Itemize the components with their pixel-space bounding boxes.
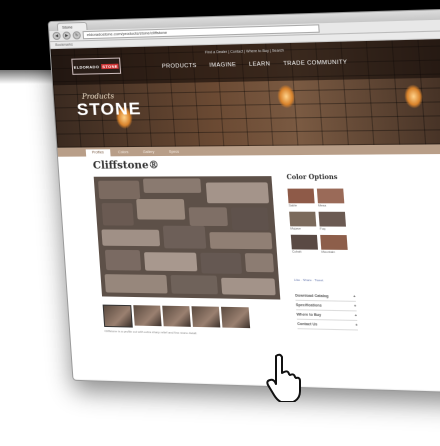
hero-title: STONE [76, 99, 142, 120]
swatch-label: Mesa [318, 203, 345, 208]
swatch-label: Sable [289, 203, 316, 208]
thumbnail-strip [103, 305, 251, 331]
nav-products[interactable]: PRODUCTS [162, 63, 197, 70]
stone-piece [144, 252, 197, 271]
plus-icon: + [354, 311, 357, 320]
back-icon[interactable]: ◀ [52, 32, 61, 40]
hand-cursor-icon [262, 352, 302, 402]
swatch-label: Mojave [290, 226, 317, 231]
swatch-chip [291, 235, 318, 250]
logo-secondary: STONE [101, 63, 119, 68]
color-swatch[interactable]: Mesa [317, 189, 345, 209]
nav-learn[interactable]: LEARN [249, 61, 271, 68]
product-image[interactable] [94, 176, 281, 299]
color-swatch[interactable]: Mojave [289, 212, 317, 232]
stone-piece [245, 253, 274, 272]
product-description: Cliffstone is a profile cut with extra s… [104, 329, 283, 338]
stone-piece [101, 229, 160, 246]
stone-piece [200, 253, 242, 274]
stone-piece [221, 278, 276, 295]
social-buttons[interactable]: Like · Share · Tweet [294, 278, 324, 283]
thumbnail[interactable] [103, 305, 133, 328]
swatch-chip [289, 212, 316, 227]
swatch-label: Mountain [321, 250, 348, 256]
swatch-chip [319, 212, 346, 227]
tab-stone[interactable]: Stone [57, 22, 88, 31]
stone-piece [170, 275, 218, 294]
stone-piece [136, 199, 185, 220]
color-swatch[interactable]: Fog [319, 212, 347, 232]
thumbnail[interactable] [191, 306, 220, 327]
stone-piece [102, 203, 134, 225]
option-label: Specifications [296, 301, 323, 310]
site-logo[interactable]: ELDORADO STONE [71, 58, 121, 75]
color-swatch[interactable]: Cobalt [291, 235, 319, 255]
swatch-label: Cobalt [292, 249, 319, 254]
color-swatch[interactable]: Mountain [320, 235, 348, 255]
stone-piece [143, 178, 201, 192]
option-label: Download Catalog [295, 291, 329, 300]
option-label: Contact Us [297, 320, 318, 329]
stone-piece [209, 232, 272, 249]
browser-window: Stone ◀ ▶ ↻ eldoradostone.com/products/s… [48, 8, 440, 394]
color-swatch-grid: Sable Mesa Mojave Fog Cobalt Mountain [287, 189, 349, 256]
option-label: Where to Buy [296, 310, 321, 319]
swatch-label: Fog [320, 226, 347, 231]
browser-stage: Stone ◀ ▶ ↻ eldoradostone.com/products/s… [18, 0, 440, 446]
thumbnail[interactable] [133, 305, 161, 326]
color-swatch[interactable]: Sable [287, 189, 315, 209]
thumbnail[interactable] [221, 307, 250, 328]
stone-piece [163, 226, 206, 249]
stone-piece [105, 274, 168, 293]
stone-piece [189, 207, 228, 226]
color-options-heading: Color Options [286, 174, 337, 182]
logo-primary: ELDORADO [73, 64, 99, 70]
stone-piece [98, 181, 140, 199]
hero-banner: ELDORADO STONE Find a Dealer | Contact |… [51, 38, 440, 147]
reload-icon[interactable]: ↻ [72, 31, 81, 39]
utility-links[interactable]: Find a Dealer | Contact | Where to Buy |… [205, 48, 284, 54]
plus-icon: + [353, 292, 356, 301]
stone-piece [206, 182, 269, 203]
product-title: Cliffstone® [93, 160, 160, 172]
forward-icon[interactable]: ▶ [62, 31, 71, 39]
nav-trade-community[interactable]: TRADE COMMUNITY [283, 59, 348, 67]
nav-imagine[interactable]: IMAGINE [209, 62, 236, 69]
stone-piece [105, 250, 141, 271]
plus-icon: + [354, 302, 357, 311]
stone-piece [231, 207, 269, 230]
swatch-chip [320, 235, 347, 250]
options-list: Download Catalog + Specifications + Where to… [295, 291, 358, 330]
option-row[interactable]: Contact Us + [297, 320, 358, 331]
page-content: Cliffstone® Cliffstone is a profile cut … [58, 154, 440, 392]
main-nav: PRODUCTS IMAGINE LEARN TRADE COMMUNITY [162, 59, 348, 69]
swatch-chip [287, 189, 314, 204]
swatch-chip [317, 189, 344, 204]
thumbnail[interactable] [162, 306, 191, 327]
plus-icon: + [355, 321, 358, 330]
